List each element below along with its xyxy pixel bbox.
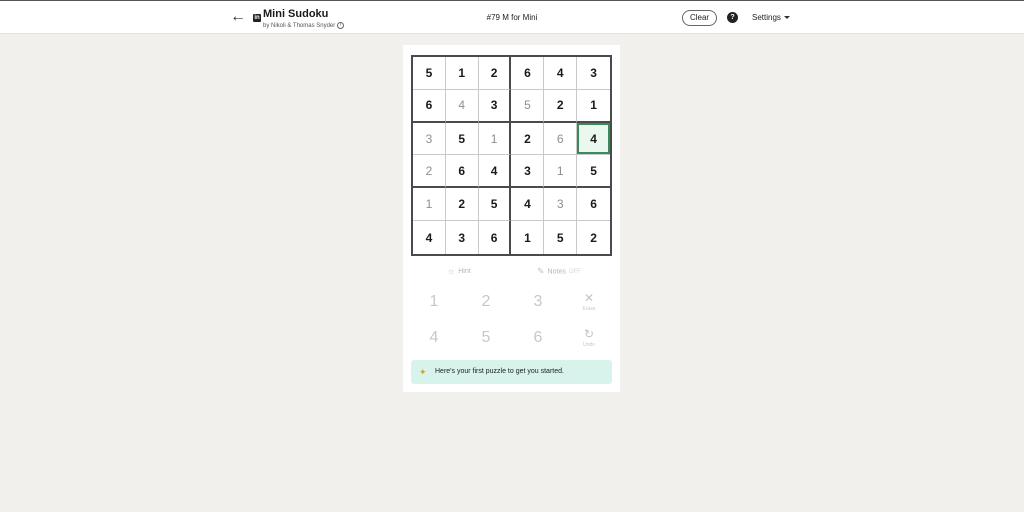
grid-cell-r2c5[interactable]: 2 [544,89,578,123]
grid-cell-r1c3[interactable]: 2 [478,57,512,90]
grid-cell-r6c4[interactable]: 1 [511,221,545,254]
grid-cell-r4c1[interactable]: 2 [413,155,446,189]
key-6[interactable]: 6 [518,323,558,353]
puzzle-title: #79 M for Mini [486,13,538,22]
tool-row: ☼ Hint ✎ Notes OFF [403,264,620,280]
caret-down-icon [783,16,790,20]
erase-button[interactable]: ✕ Erase [574,291,604,321]
byline: by Nikoli & Thomas Snyder i [263,22,345,30]
grid-cell-r1c6[interactable]: 3 [577,57,610,90]
sudoku-grid: 512643643521351264264315125436436152 [411,55,612,256]
help-icon[interactable]: ? [727,12,738,23]
grid-cell-r5c3[interactable]: 5 [478,188,512,222]
grid-cell-r4c4[interactable]: 3 [511,155,545,189]
grid-cell-r5c1[interactable]: 1 [413,188,446,222]
byline-text: by Nikoli & Thomas Snyder [263,23,336,30]
grid-cell-r2c4[interactable]: 5 [511,89,545,123]
banner-text: Here's your first puzzle to get you star… [435,368,564,375]
grid-cell-r6c1[interactable]: 4 [413,221,446,254]
grid-cell-r3c3[interactable]: 1 [478,122,512,156]
party-popper-icon: ✦ [419,367,427,377]
grid-cell-r6c3[interactable]: 6 [479,221,512,254]
lightbulb-icon: ☼ [447,266,456,276]
game-card: 512643643521351264264315125436436152 ☼ Hi… [403,45,620,392]
notes-state: OFF [568,269,581,276]
top-bar: ← in Mini Sudoku by Nikoli & Thomas Snyd… [0,0,1024,34]
grid-cell-r1c4[interactable]: 6 [511,57,545,90]
settings-menu[interactable]: Settings [752,13,790,22]
undo-label: Undo [583,342,595,348]
grid-cell-r4c3[interactable]: 4 [478,155,512,189]
key-2[interactable]: 2 [466,287,506,317]
key-4[interactable]: 4 [414,323,454,353]
grid-cell-r3c2[interactable]: 5 [445,122,479,156]
grid-cell-r1c5[interactable]: 4 [544,57,578,90]
grid-cell-r4c6[interactable]: 5 [577,155,610,189]
key-3[interactable]: 3 [518,287,558,317]
notes-toggle[interactable]: ✎ Notes OFF [537,266,581,277]
grid-cell-r3c1[interactable]: 3 [413,122,446,156]
hint-label: Hint [458,267,471,275]
grid-cell-r1c2[interactable]: 1 [445,57,479,90]
clear-button[interactable]: Clear [682,10,717,26]
key-1[interactable]: 1 [414,287,454,317]
grid-cell-r5c2[interactable]: 2 [445,188,479,222]
close-icon: ✕ [583,291,595,305]
hint-button[interactable]: ☼ Hint [447,266,471,276]
grid-cell-r6c2[interactable]: 3 [446,221,479,254]
grid-cell-r5c4[interactable]: 4 [511,188,545,222]
info-icon[interactable]: i [337,22,345,29]
welcome-banner: ✦ Here's your first puzzle to get you st… [411,360,612,384]
grid-cell-r3c5[interactable]: 6 [544,122,578,156]
grid-cell-r4c2[interactable]: 6 [445,155,479,189]
pencil-icon: ✎ [537,266,545,276]
notes-label: Notes [547,268,566,276]
grid-cell-r3c4[interactable]: 2 [511,122,545,156]
erase-label: Erase [582,306,596,312]
grid-cell-r2c6[interactable]: 1 [577,90,610,123]
key-5[interactable]: 5 [466,323,506,353]
settings-label: Settings [752,13,781,22]
grid-cell-r3c6[interactable]: 4 [577,122,610,156]
undo-icon: ↻ [583,327,595,341]
grid-cell-r2c3[interactable]: 3 [478,89,512,123]
grid-cell-r5c6[interactable]: 6 [577,188,610,222]
grid-cell-r1c1[interactable]: 5 [413,57,446,90]
undo-button[interactable]: ↻ Undo [574,327,604,357]
grid-cell-r6c6[interactable]: 2 [577,221,610,254]
grid-cell-r6c5[interactable]: 5 [544,221,578,254]
grid-cell-r5c5[interactable]: 3 [544,188,578,222]
number-pad: 1 2 3 ✕ Erase 4 5 6 ↻ Undo [403,285,620,357]
grid-cell-r4c5[interactable]: 1 [544,155,578,189]
grid-cell-r2c2[interactable]: 4 [445,89,479,123]
grid-cell-r2c1[interactable]: 6 [413,89,446,123]
